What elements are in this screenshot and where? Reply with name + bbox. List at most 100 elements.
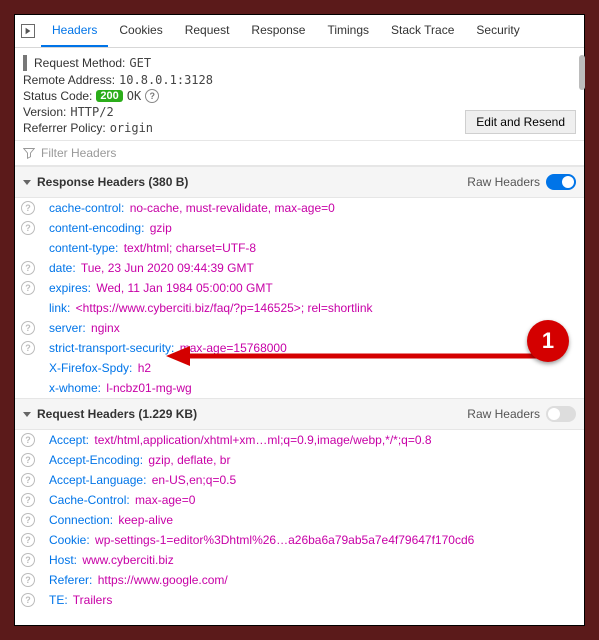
toggle-pane-icon[interactable] — [21, 24, 35, 38]
block-marker-icon — [23, 55, 27, 71]
header-name: date: — [49, 261, 76, 275]
tab-timings[interactable]: Timings — [316, 15, 380, 47]
header-row: ? Host: www.cyberciti.biz — [15, 550, 584, 570]
help-icon[interactable]: ? — [21, 493, 35, 507]
help-icon[interactable]: ? — [21, 281, 35, 295]
status-text: OK — [127, 89, 141, 103]
tab-cookies[interactable]: Cookies — [108, 15, 173, 47]
header-value: www.cyberciti.biz — [79, 553, 174, 567]
header-row: ? strict-transport-security: max-age=1576… — [15, 338, 584, 358]
header-name: TE: — [49, 593, 68, 607]
status-label: Status Code: — [23, 89, 92, 103]
remote-label: Remote Address: — [23, 73, 115, 87]
header-row: ? server: nginx — [15, 318, 584, 338]
scrollbar-thumb[interactable] — [579, 55, 585, 90]
method-label: Request Method: — [34, 56, 125, 70]
tab-request[interactable]: Request — [174, 15, 241, 47]
header-name: Connection: — [49, 513, 113, 527]
help-icon[interactable]: ? — [21, 341, 35, 355]
help-icon — [21, 301, 35, 315]
help-icon[interactable]: ? — [21, 473, 35, 487]
header-value: Wed, 11 Jan 1984 05:00:00 GMT — [93, 281, 273, 295]
header-name: x-whome: — [49, 381, 101, 395]
header-name: link: — [49, 301, 70, 315]
status-badge: 200 — [96, 90, 122, 102]
edit-resend-button[interactable]: Edit and Resend — [465, 110, 576, 134]
response-headers-section[interactable]: Response Headers (380 B) Raw Headers — [15, 166, 584, 198]
tab-stack-trace[interactable]: Stack Trace — [380, 15, 465, 47]
help-icon[interactable]: ? — [21, 321, 35, 335]
help-icon[interactable]: ? — [21, 513, 35, 527]
help-icon — [21, 241, 35, 255]
filter-placeholder: Filter Headers — [41, 146, 116, 160]
header-value: no-cache, must-revalidate, max-age=0 — [126, 201, 334, 215]
header-name: strict-transport-security: — [49, 341, 174, 355]
header-name: Accept-Language: — [49, 473, 146, 487]
raw-headers-label: Raw Headers — [467, 407, 540, 421]
filter-headers-input[interactable]: Filter Headers — [15, 141, 584, 166]
response-section-title: Response Headers (380 B) — [37, 175, 467, 189]
tab-headers[interactable]: Headers — [41, 15, 108, 47]
remote-value: 10.8.0.1:3128 — [119, 73, 213, 87]
header-value: text/html,application/xhtml+xm…ml;q=0.9,… — [91, 433, 432, 447]
header-value: gzip — [146, 221, 171, 235]
header-row: ? Accept-Encoding: gzip, deflate, br — [15, 450, 584, 470]
header-row: link: <https://www.cyberciti.biz/faq/?p=… — [15, 298, 584, 318]
header-row: x-whome: l-ncbz01-mg-wg — [15, 378, 584, 398]
header-row: ? Cookie: wp-settings-1=editor%3Dhtml%26…… — [15, 530, 584, 550]
header-value: en-US,en;q=0.5 — [148, 473, 236, 487]
help-icon[interactable]: ? — [21, 533, 35, 547]
tab-response[interactable]: Response — [240, 15, 316, 47]
header-row: ? TE: Trailers — [15, 590, 584, 610]
raw-headers-toggle-response[interactable] — [546, 174, 576, 190]
header-name: content-type: — [49, 241, 118, 255]
header-row: ? Accept-Language: en-US,en;q=0.5 — [15, 470, 584, 490]
request-headers-list: ? Accept: text/html,application/xhtml+xm…… — [15, 430, 584, 610]
version-label: Version: — [23, 105, 66, 119]
header-name: expires: — [49, 281, 91, 295]
header-value: https://www.google.com/ — [94, 573, 227, 587]
funnel-icon — [23, 147, 35, 159]
header-row: ?Cache-Control: max-age=0 — [15, 490, 584, 510]
help-icon[interactable]: ? — [21, 453, 35, 467]
devtools-panel: Headers Cookies Request Response Timings… — [14, 14, 585, 626]
header-row: ? date: Tue, 23 Jun 2020 09:44:39 GMT — [15, 258, 584, 278]
header-value: max-age=15768000 — [176, 341, 286, 355]
help-icon[interactable]: ? — [21, 261, 35, 275]
help-icon[interactable]: ? — [21, 201, 35, 215]
header-value: <https://www.cyberciti.biz/faq/?p=146525… — [72, 301, 372, 315]
help-icon[interactable]: ? — [21, 433, 35, 447]
header-value: Trailers — [70, 593, 113, 607]
help-icon[interactable]: ? — [21, 573, 35, 587]
header-value: nginx — [88, 321, 120, 335]
raw-headers-toggle-request[interactable] — [546, 406, 576, 422]
chevron-down-icon — [23, 412, 31, 417]
help-icon — [21, 381, 35, 395]
raw-headers-label: Raw Headers — [467, 175, 540, 189]
header-row: X-Firefox-Spdy: h2 — [15, 358, 584, 378]
help-icon[interactable]: ? — [21, 593, 35, 607]
help-icon[interactable]: ? — [145, 89, 159, 103]
tab-bar: Headers Cookies Request Response Timings… — [15, 15, 584, 48]
header-name: Accept-Encoding: — [49, 453, 143, 467]
header-value: wp-settings-1=editor%3Dhtml%26…a26ba6a79… — [92, 533, 475, 547]
header-value: Tue, 23 Jun 2020 09:44:39 GMT — [78, 261, 254, 275]
header-value: gzip, deflate, br — [145, 453, 230, 467]
header-value: text/html; charset=UTF-8 — [120, 241, 256, 255]
header-name: Host: — [49, 553, 77, 567]
header-name: server: — [49, 321, 86, 335]
method-value: GET — [129, 56, 151, 70]
header-value: keep-alive — [115, 513, 173, 527]
tab-security[interactable]: Security — [465, 15, 530, 47]
header-name: Accept: — [49, 433, 89, 447]
request-headers-section[interactable]: Request Headers (1.229 KB) Raw Headers — [15, 398, 584, 430]
request-section-title: Request Headers (1.229 KB) — [37, 407, 467, 421]
help-icon[interactable]: ? — [21, 553, 35, 567]
header-value: h2 — [134, 361, 151, 375]
help-icon[interactable]: ? — [21, 221, 35, 235]
response-headers-list: ?cache-control: no-cache, must-revalidat… — [15, 198, 584, 398]
header-name: Cookie: — [49, 533, 90, 547]
header-row: ? Accept: text/html,application/xhtml+xm…… — [15, 430, 584, 450]
summary-block: Request Method: GET Remote Address: 10.8… — [15, 48, 584, 141]
version-value: HTTP/2 — [70, 105, 113, 119]
